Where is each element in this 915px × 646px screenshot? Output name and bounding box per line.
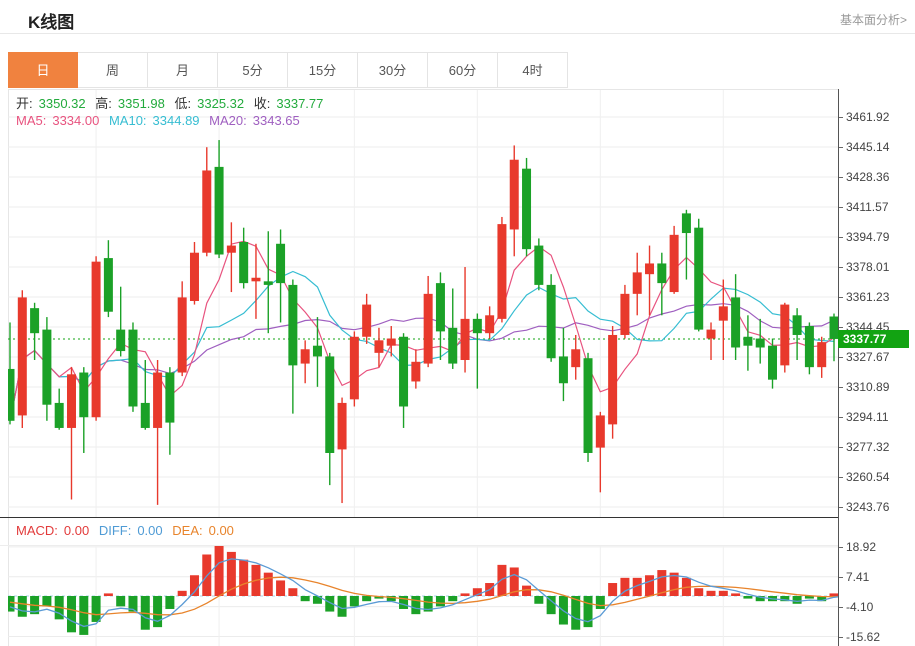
price-tick-label-mark	[839, 237, 843, 238]
period-tab-4[interactable]: 5分	[218, 52, 288, 88]
ma10-label: MA10:	[109, 113, 147, 128]
macd-tick-label-mark	[839, 547, 843, 548]
price-tick-label-mark	[839, 447, 843, 448]
price-tick-label: 3310.89	[846, 380, 889, 394]
price-tick-label: 3277.32	[846, 440, 889, 454]
price-tick-label-mark	[839, 177, 843, 178]
period-tab-7[interactable]: 60分	[428, 52, 498, 88]
macd-tick-label-mark	[839, 607, 843, 608]
price-tick-label: 3260.54	[846, 470, 889, 484]
price-tick-label: 3445.14	[846, 140, 889, 154]
period-tab-8[interactable]: 4时	[498, 52, 568, 88]
price-tick-label: 3461.92	[846, 110, 889, 124]
macd-tick-label: 18.92	[846, 540, 876, 554]
price-tick-label-mark	[839, 507, 843, 508]
price-tick-label: 3394.79	[846, 230, 889, 244]
price-tick-label: 3411.57	[846, 200, 889, 214]
price-tick-label-mark	[839, 207, 843, 208]
ohlc-legend: 开: 3350.32 高: 3351.98 低: 3325.32 收: 3337.77	[16, 93, 329, 112]
close-value: 3337.77	[276, 96, 323, 111]
header-divider	[0, 33, 915, 34]
macd-tick-label-mark	[839, 577, 843, 578]
price-tick-label: 3243.76	[846, 500, 889, 514]
low-label: 低:	[175, 96, 192, 111]
macd-legend-row: MACD: 0.00 DIFF: 0.00 DEA: 0.00	[0, 518, 838, 545]
macd-chart[interactable]	[8, 546, 838, 646]
macd-value: 0.00	[64, 523, 89, 538]
period-tabs: 日周月5分15分30分60分4时	[8, 52, 568, 88]
macd-legend: MACD: 0.00 DIFF: 0.00 DEA: 0.00	[16, 523, 240, 538]
price-tick-label: 3428.36	[846, 170, 889, 184]
low-value: 3325.32	[197, 96, 244, 111]
ma10-value: 3344.89	[153, 113, 200, 128]
dea-value: 0.00	[209, 523, 234, 538]
high-value: 3351.98	[118, 96, 165, 111]
price-axis-line	[838, 89, 839, 646]
open-label: 开:	[16, 96, 33, 111]
high-label: 高:	[95, 96, 112, 111]
macd-label: MACD:	[16, 523, 58, 538]
dea-label: DEA:	[172, 523, 202, 538]
price-tick-label: 3361.23	[846, 290, 889, 304]
macd-tick-label-mark	[839, 637, 843, 638]
ma20-label: MA20:	[209, 113, 247, 128]
ma-legend: MA5: 3334.00 MA10: 3344.89 MA20: 3343.65	[16, 113, 306, 128]
price-tick-label-mark	[839, 357, 843, 358]
price-tick-label-mark	[839, 387, 843, 388]
current-price-badge: 3337.77	[838, 330, 909, 348]
price-tick-label-mark	[839, 297, 843, 298]
period-tab-2[interactable]: 周	[78, 52, 148, 88]
fundamental-analysis-link[interactable]: 基本面分析>	[840, 11, 907, 28]
price-tick-label-mark	[839, 147, 843, 148]
macd-tick-label: -15.62	[846, 630, 880, 644]
price-tick-label: 3327.67	[846, 350, 889, 364]
macd-tick-label: 7.41	[846, 570, 869, 584]
price-tick-label: 3378.01	[846, 260, 889, 274]
open-value: 3350.32	[39, 96, 86, 111]
period-tab-1[interactable]: 日	[8, 52, 78, 88]
ma5-label: MA5:	[16, 113, 46, 128]
price-tick-label-mark	[839, 117, 843, 118]
macd-tick-label: -4.10	[846, 600, 873, 614]
period-tab-5[interactable]: 15分	[288, 52, 358, 88]
kline-page: K线图 基本面分析> 日周月5分15分30分60分4时 开: 3350.32 高:…	[0, 0, 915, 646]
diff-label: DIFF:	[99, 523, 132, 538]
ma20-value: 3343.65	[253, 113, 300, 128]
price-tick-label-mark	[839, 417, 843, 418]
close-label: 收:	[254, 96, 271, 111]
price-tick-label-mark	[839, 327, 843, 328]
period-tab-3[interactable]: 月	[148, 52, 218, 88]
price-tick-label-mark	[839, 267, 843, 268]
ma5-value: 3334.00	[52, 113, 99, 128]
period-tab-6[interactable]: 30分	[358, 52, 428, 88]
candlestick-chart[interactable]	[8, 90, 838, 517]
price-tick-label-mark	[839, 477, 843, 478]
page-title: K线图	[28, 8, 74, 33]
price-tick-label: 3294.11	[846, 410, 889, 424]
diff-value: 0.00	[137, 523, 162, 538]
